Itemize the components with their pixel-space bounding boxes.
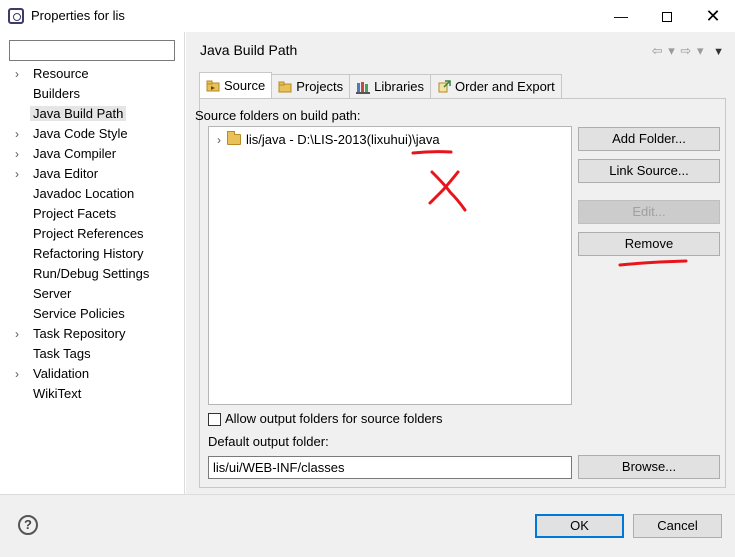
sidebar-item-label: Server [33, 286, 72, 301]
build-path-tabs: Source Projects Libraries Order and Expo… [199, 72, 562, 98]
default-output-folder-input[interactable] [208, 456, 572, 479]
sidebar-item-label: Java Compiler [33, 146, 117, 161]
sidebar-item[interactable]: Refactoring History [0, 244, 184, 264]
edit-button[interactable]: Edit... [578, 200, 720, 224]
page-title: Java Build Path [200, 42, 298, 58]
sidebar-item[interactable]: WikiText [0, 384, 184, 404]
source-folder-icon [206, 80, 220, 91]
sidebar-item[interactable]: Run/Debug Settings [0, 264, 184, 284]
maximize-icon [662, 12, 672, 23]
sidebar-item[interactable]: Server [0, 284, 184, 304]
window-title: Properties for lis [31, 8, 125, 23]
back-arrow-icon[interactable]: ⇦ [652, 43, 664, 58]
title-bar: Properties for lis — ✕ [0, 0, 735, 32]
allow-output-folders-label: Allow output folders for source folders [225, 411, 443, 426]
sidebar-item-label: Javadoc Location [33, 186, 135, 201]
sidebar-item[interactable]: › Java Editor [0, 164, 184, 184]
forward-arrow-icon[interactable]: ⇨ [680, 43, 692, 58]
source-folder-row[interactable]: › lis/java - D:\LIS-2013(lixuhui)\java [217, 131, 440, 149]
sidebar-item[interactable]: › Task Repository [0, 324, 184, 344]
sidebar-item-label: Task Repository [33, 326, 126, 341]
project-icon [278, 81, 292, 92]
sidebar-item-label: Task Tags [33, 346, 91, 361]
sidebar-item[interactable]: Task Tags [0, 344, 184, 364]
filter-input[interactable] [9, 40, 175, 61]
sidebar-item-label: WikiText [33, 386, 82, 401]
java-build-path-page: Java Build Path ⇦ ▾ ⇨ ▾ ▼ Source Project… [186, 32, 735, 494]
ok-button[interactable]: OK [535, 514, 624, 538]
expand-chevron-icon[interactable]: › [15, 164, 27, 184]
sidebar-item-label: Java Build Path [30, 106, 127, 121]
sidebar-item[interactable]: Project References [0, 224, 184, 244]
sidebar-item[interactable]: › Resource [0, 64, 184, 84]
sidebar-item-label: Java Editor [33, 166, 99, 181]
tab-source[interactable]: Source [199, 72, 273, 98]
sidebar-item[interactable]: Builders [0, 84, 184, 104]
dialog-footer: ? OK Cancel [0, 494, 735, 557]
sidebar-item[interactable]: Project Facets [0, 204, 184, 224]
sidebar-item[interactable]: Service Policies [0, 304, 184, 324]
allow-output-folders-option[interactable]: Allow output folders for source folders [208, 411, 443, 427]
sidebar-item[interactable]: › Java Compiler [0, 144, 184, 164]
sidebar-item[interactable]: › Validation [0, 364, 184, 384]
page-navigation: ⇦ ▾ ⇨ ▾ ▼ [652, 43, 725, 59]
sidebar-item-label: Java Code Style [33, 126, 128, 141]
tab-order-and-export[interactable]: Order and Export [431, 74, 562, 98]
order-export-icon [438, 79, 451, 92]
source-folders-label: Source folders on build path: [195, 108, 361, 123]
sidebar-item[interactable]: Java Build Path [0, 104, 184, 124]
view-menu-icon[interactable]: ▼ [713, 46, 725, 58]
tab-libraries-label: Libraries [374, 79, 425, 94]
close-button[interactable]: ✕ [690, 0, 735, 32]
sidebar-item-label: Builders [33, 86, 80, 101]
help-icon[interactable]: ? [18, 515, 38, 535]
back-dropdown-icon[interactable]: ▾ [668, 43, 676, 58]
minimize-button[interactable]: — [598, 0, 644, 32]
expand-chevron-icon[interactable]: › [15, 324, 27, 344]
source-folder-path: lis/java - D:\LIS-2013(lixuhui)\java [246, 132, 440, 147]
expand-chevron-icon[interactable]: › [15, 64, 27, 84]
cancel-button[interactable]: Cancel [633, 514, 722, 538]
allow-output-folders-checkbox[interactable] [208, 412, 221, 426]
add-folder-button[interactable]: Add Folder... [578, 127, 720, 151]
expand-chevron-icon[interactable]: › [15, 124, 27, 144]
sidebar-item[interactable]: › Java Code Style [0, 124, 184, 144]
tab-order-and-export-label: Order and Export [455, 79, 555, 94]
browse-button[interactable]: Browse... [578, 455, 720, 479]
maximize-button[interactable] [644, 0, 690, 32]
package-folder-icon [227, 131, 241, 145]
property-pages-tree: › Resource Builders Java Build Path › Java Co… [0, 64, 184, 404]
tab-libraries[interactable]: Libraries [350, 74, 432, 98]
libraries-icon [356, 81, 371, 94]
sidebar-item-label: Run/Debug Settings [33, 266, 150, 281]
sidebar-item-label: Resource [33, 66, 89, 81]
expand-chevron-icon[interactable]: › [217, 133, 221, 147]
expand-chevron-icon[interactable]: › [15, 144, 27, 164]
expand-chevron-icon[interactable]: › [15, 364, 27, 384]
forward-dropdown-icon[interactable]: ▾ [697, 43, 705, 58]
tab-projects[interactable]: Projects [272, 74, 351, 98]
eclipse-app-icon [8, 8, 24, 24]
sidebar-item-label: Service Policies [33, 306, 125, 321]
default-output-folder-label: Default output folder: [208, 434, 329, 449]
property-pages-pane: › Resource Builders Java Build Path › Java Co… [0, 32, 185, 494]
source-folders-tree[interactable]: › lis/java - D:\LIS-2013(lixuhui)\java [208, 126, 572, 405]
tab-projects-label: Projects [296, 79, 344, 94]
sidebar-item[interactable]: Javadoc Location [0, 184, 184, 204]
remove-button[interactable]: Remove [578, 232, 720, 256]
sidebar-item-label: Refactoring History [33, 246, 144, 261]
sidebar-item-label: Validation [33, 366, 90, 381]
link-source-button[interactable]: Link Source... [578, 159, 720, 183]
tab-source-label: Source [224, 78, 266, 93]
sidebar-item-label: Project References [33, 226, 144, 241]
sidebar-item-label: Project Facets [33, 206, 117, 221]
